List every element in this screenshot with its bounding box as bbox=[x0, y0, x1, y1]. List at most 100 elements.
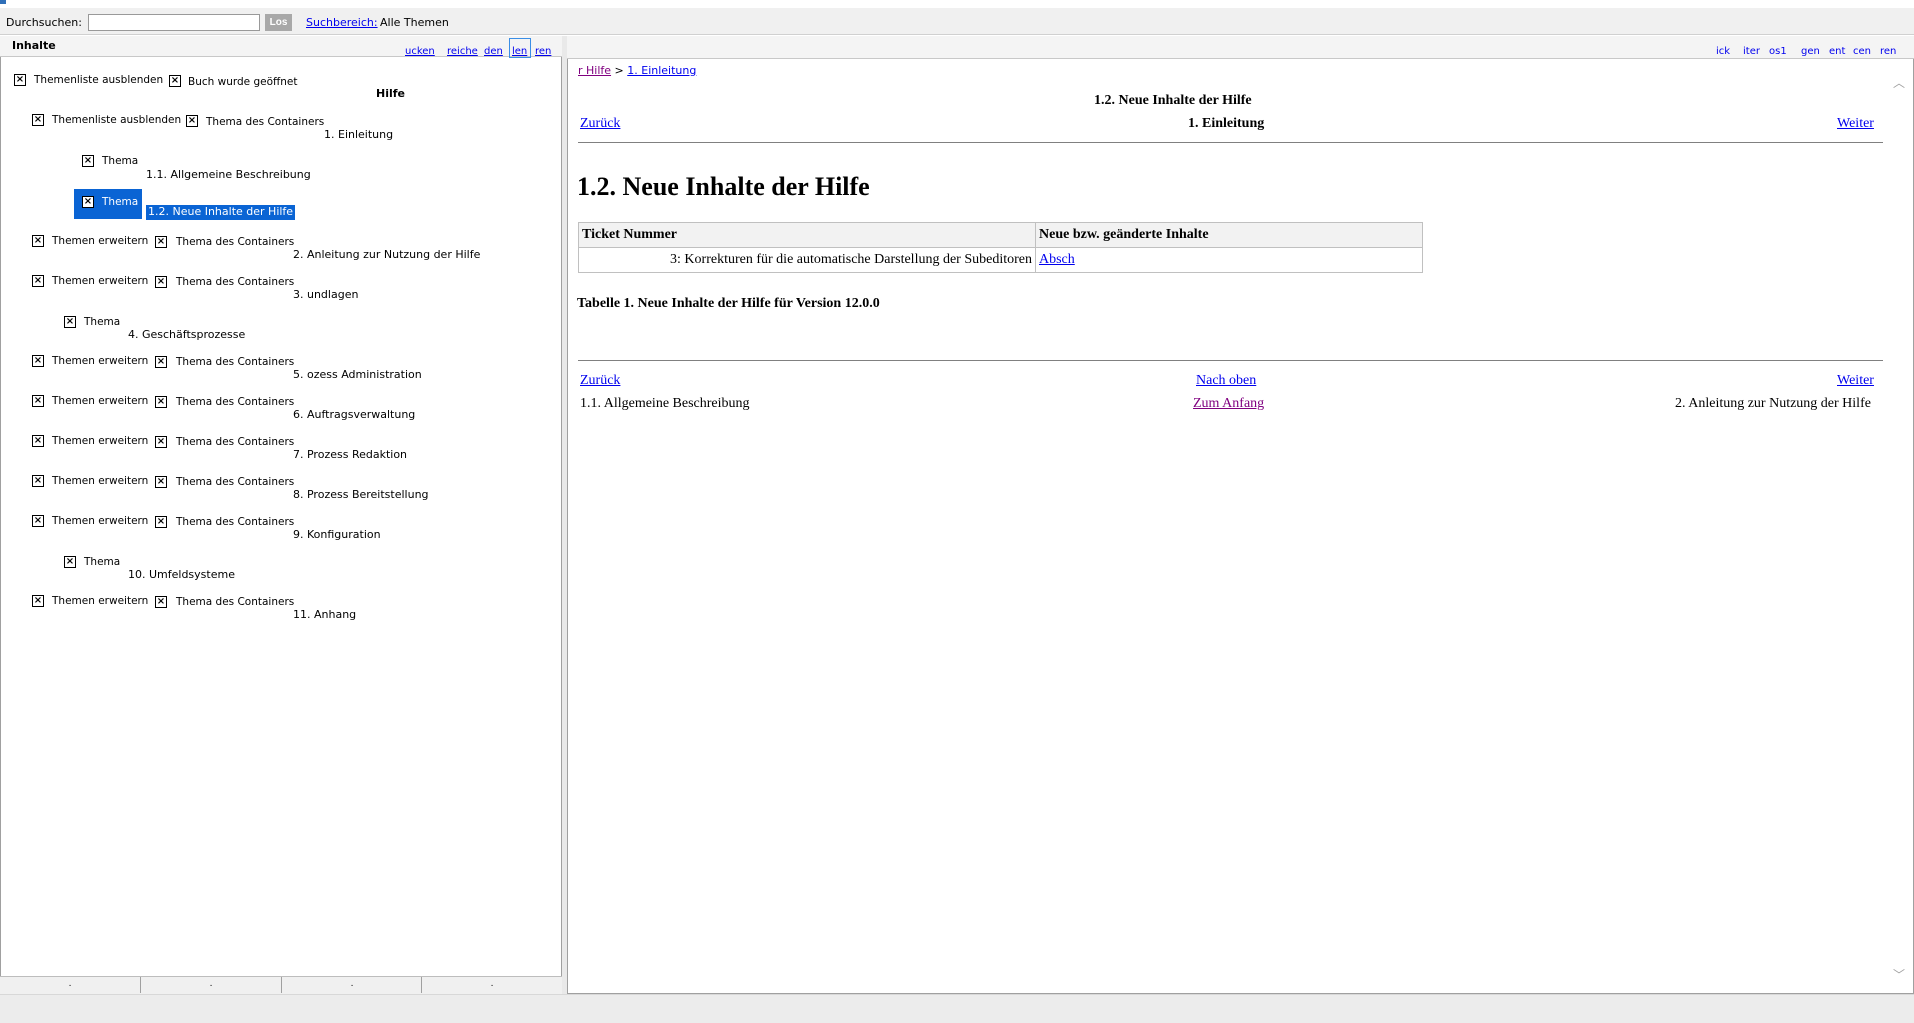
tree-type-label: Thema des Containers bbox=[176, 276, 295, 288]
tree-icon-label: Themen erweitern bbox=[52, 435, 149, 447]
content-header bbox=[567, 36, 1914, 59]
tree-icon-label: Themen erweitern bbox=[52, 275, 149, 287]
topic-icon: × bbox=[82, 155, 94, 167]
tree-icon-label: Thema bbox=[84, 556, 121, 568]
tree-icon-label: Themen erweitern bbox=[52, 475, 149, 487]
home-link[interactable]: Zum Anfang bbox=[1193, 396, 1264, 412]
content-button-5[interactable]: ent bbox=[1829, 46, 1845, 57]
window-titlebar bbox=[0, 0, 1914, 6]
container-icon: × bbox=[155, 276, 167, 288]
breadcrumb-current[interactable]: 1. Einleitung bbox=[627, 64, 696, 77]
footer-divider bbox=[578, 360, 1883, 361]
search-scope-value: Alle Themen bbox=[380, 16, 449, 29]
topic-icon: × bbox=[64, 316, 76, 328]
breadcrumb: r Hilfe > 1. Einleitung bbox=[578, 64, 696, 77]
contents-button-4[interactable]: len bbox=[512, 46, 527, 57]
scroll-down-icon[interactable]: ﹀ bbox=[1893, 966, 1905, 983]
tree-icon-label: Thema bbox=[102, 196, 139, 208]
page-title: 1.2. Neue Inhalte der Hilfe bbox=[577, 172, 870, 201]
up-link[interactable]: Nach oben bbox=[1196, 373, 1256, 389]
book-icon: × bbox=[169, 75, 181, 87]
table-caption: Tabelle 1. Neue Inhalte der Hilfe für Ve… bbox=[577, 296, 880, 311]
tree-icon-label: Themen erweitern bbox=[52, 515, 149, 527]
search-go-button[interactable]: Los bbox=[265, 14, 292, 31]
table-cell: 3: Korrekturen für die automatische Dars… bbox=[578, 247, 1036, 273]
search-scope-link[interactable]: Suchbereich: bbox=[306, 16, 378, 29]
tree-item[interactable]: 6. Auftragsverwaltung bbox=[293, 408, 415, 421]
breadcrumb-parent[interactable]: r Hilfe bbox=[578, 64, 611, 77]
prev-topic-title: 1.1. Allgemeine Beschreibung bbox=[580, 396, 750, 411]
tree-icon-label: Themen erweitern bbox=[52, 395, 149, 407]
footer-tab-1[interactable]: . bbox=[0, 977, 140, 993]
tree-item[interactable]: 8. Prozess Bereitstellung bbox=[293, 488, 429, 501]
expand-icon[interactable]: × bbox=[32, 595, 44, 607]
tree-item[interactable]: 2. Anleitung zur Nutzung der Hilfe bbox=[293, 248, 480, 261]
header-title: 1.2. Neue Inhalte der Hilfe bbox=[1094, 93, 1252, 108]
tree-type-label: Thema des Containers bbox=[176, 436, 295, 448]
footer-tab-4[interactable]: . bbox=[421, 977, 562, 993]
prev-link-footer[interactable]: Zurück bbox=[580, 373, 620, 389]
next-link[interactable]: Weiter bbox=[1837, 116, 1874, 132]
tree-type-label: Thema des Containers bbox=[176, 516, 295, 528]
tree-type-label: Thema des Containers bbox=[176, 396, 295, 408]
container-icon: × bbox=[155, 516, 167, 528]
next-link-footer[interactable]: Weiter bbox=[1837, 373, 1874, 389]
collapse-icon[interactable]: × bbox=[14, 74, 26, 86]
content-button-7[interactable]: ren bbox=[1880, 46, 1896, 57]
tree-icon-label: Themen erweitern bbox=[52, 595, 149, 607]
expand-icon[interactable]: × bbox=[32, 515, 44, 527]
next-topic-title: 2. Anleitung zur Nutzung der Hilfe bbox=[1675, 396, 1871, 411]
expand-icon[interactable]: × bbox=[32, 475, 44, 487]
container-icon: × bbox=[155, 356, 167, 368]
expand-icon[interactable]: × bbox=[32, 355, 44, 367]
content-button-6[interactable]: cen bbox=[1853, 46, 1871, 57]
tree-type-label: Thema des Containers bbox=[176, 596, 295, 608]
tree-item[interactable]: 4. Geschäftsprozesse bbox=[128, 328, 245, 341]
tree-item[interactable]: 3. undlagen bbox=[293, 288, 358, 301]
tree-item[interactable]: 10. Umfeldsysteme bbox=[128, 568, 235, 581]
contents-button-3[interactable]: den bbox=[484, 46, 503, 57]
tree-type-label: Buch wurde geöffnet bbox=[188, 76, 298, 88]
expand-icon[interactable]: × bbox=[32, 435, 44, 447]
changes-table: Ticket Nummer Neue bzw. geänderte Inhalt… bbox=[578, 222, 1423, 273]
contents-button-1[interactable]: ucken bbox=[405, 46, 435, 57]
contents-title: Inhalte bbox=[12, 39, 56, 52]
content-button-4[interactable]: gen bbox=[1801, 46, 1820, 57]
tree-item[interactable]: 11. Anhang bbox=[293, 608, 356, 621]
footer-tab-3[interactable]: . bbox=[281, 977, 422, 993]
tree-item-selected[interactable]: 1.2. Neue Inhalte der Hilfe bbox=[146, 205, 296, 220]
contents-button-2[interactable]: reiche bbox=[447, 46, 478, 57]
contents-button-5[interactable]: ren bbox=[535, 46, 551, 57]
prev-link[interactable]: Zurück bbox=[580, 116, 620, 132]
tree-item[interactable]: 9. Konfiguration bbox=[293, 528, 381, 541]
tree-icon-label: Themenliste ausblenden bbox=[34, 74, 164, 86]
chapter-title: 1. Einleitung bbox=[1188, 116, 1265, 131]
breadcrumb-separator: > bbox=[614, 64, 624, 77]
expand-icon[interactable]: × bbox=[32, 235, 44, 247]
topic-icon: × bbox=[64, 556, 76, 568]
footer-tab-2[interactable]: . bbox=[140, 977, 281, 993]
expand-icon[interactable]: × bbox=[32, 275, 44, 287]
table-header: Ticket Nummer bbox=[578, 222, 1036, 248]
content-button-1[interactable]: ick bbox=[1716, 46, 1730, 57]
tree-type-label: Thema des Containers bbox=[176, 476, 295, 488]
table-header-row: Ticket Nummer Neue bzw. geänderte Inhalt… bbox=[578, 222, 1423, 248]
scroll-up-icon[interactable]: ︿ bbox=[1893, 74, 1905, 91]
search-label: Durchsuchen: bbox=[6, 16, 82, 29]
container-icon: × bbox=[155, 396, 167, 408]
content-button-2[interactable]: iter bbox=[1743, 46, 1760, 57]
expand-icon[interactable]: × bbox=[32, 395, 44, 407]
table-row: 3: Korrekturen für die automatische Dars… bbox=[578, 247, 1423, 273]
tree-item[interactable]: 7. Prozess Redaktion bbox=[293, 448, 407, 461]
app-icon bbox=[0, 0, 6, 4]
table-cell-link[interactable]: Absch bbox=[1039, 252, 1075, 267]
collapse-icon[interactable]: × bbox=[32, 114, 44, 126]
table-cell: Absch bbox=[1035, 247, 1423, 273]
content-button-3[interactable]: os1 bbox=[1769, 46, 1787, 57]
tree-item[interactable]: 5. ozess Administration bbox=[293, 368, 422, 381]
tree-item-root[interactable]: Hilfe bbox=[376, 87, 405, 100]
search-input[interactable] bbox=[88, 14, 260, 31]
tree-item[interactable]: 1.1. Allgemeine Beschreibung bbox=[146, 168, 311, 181]
tree-item[interactable]: 1. Einleitung bbox=[324, 128, 393, 141]
tree-type-label: Thema des Containers bbox=[206, 116, 325, 128]
